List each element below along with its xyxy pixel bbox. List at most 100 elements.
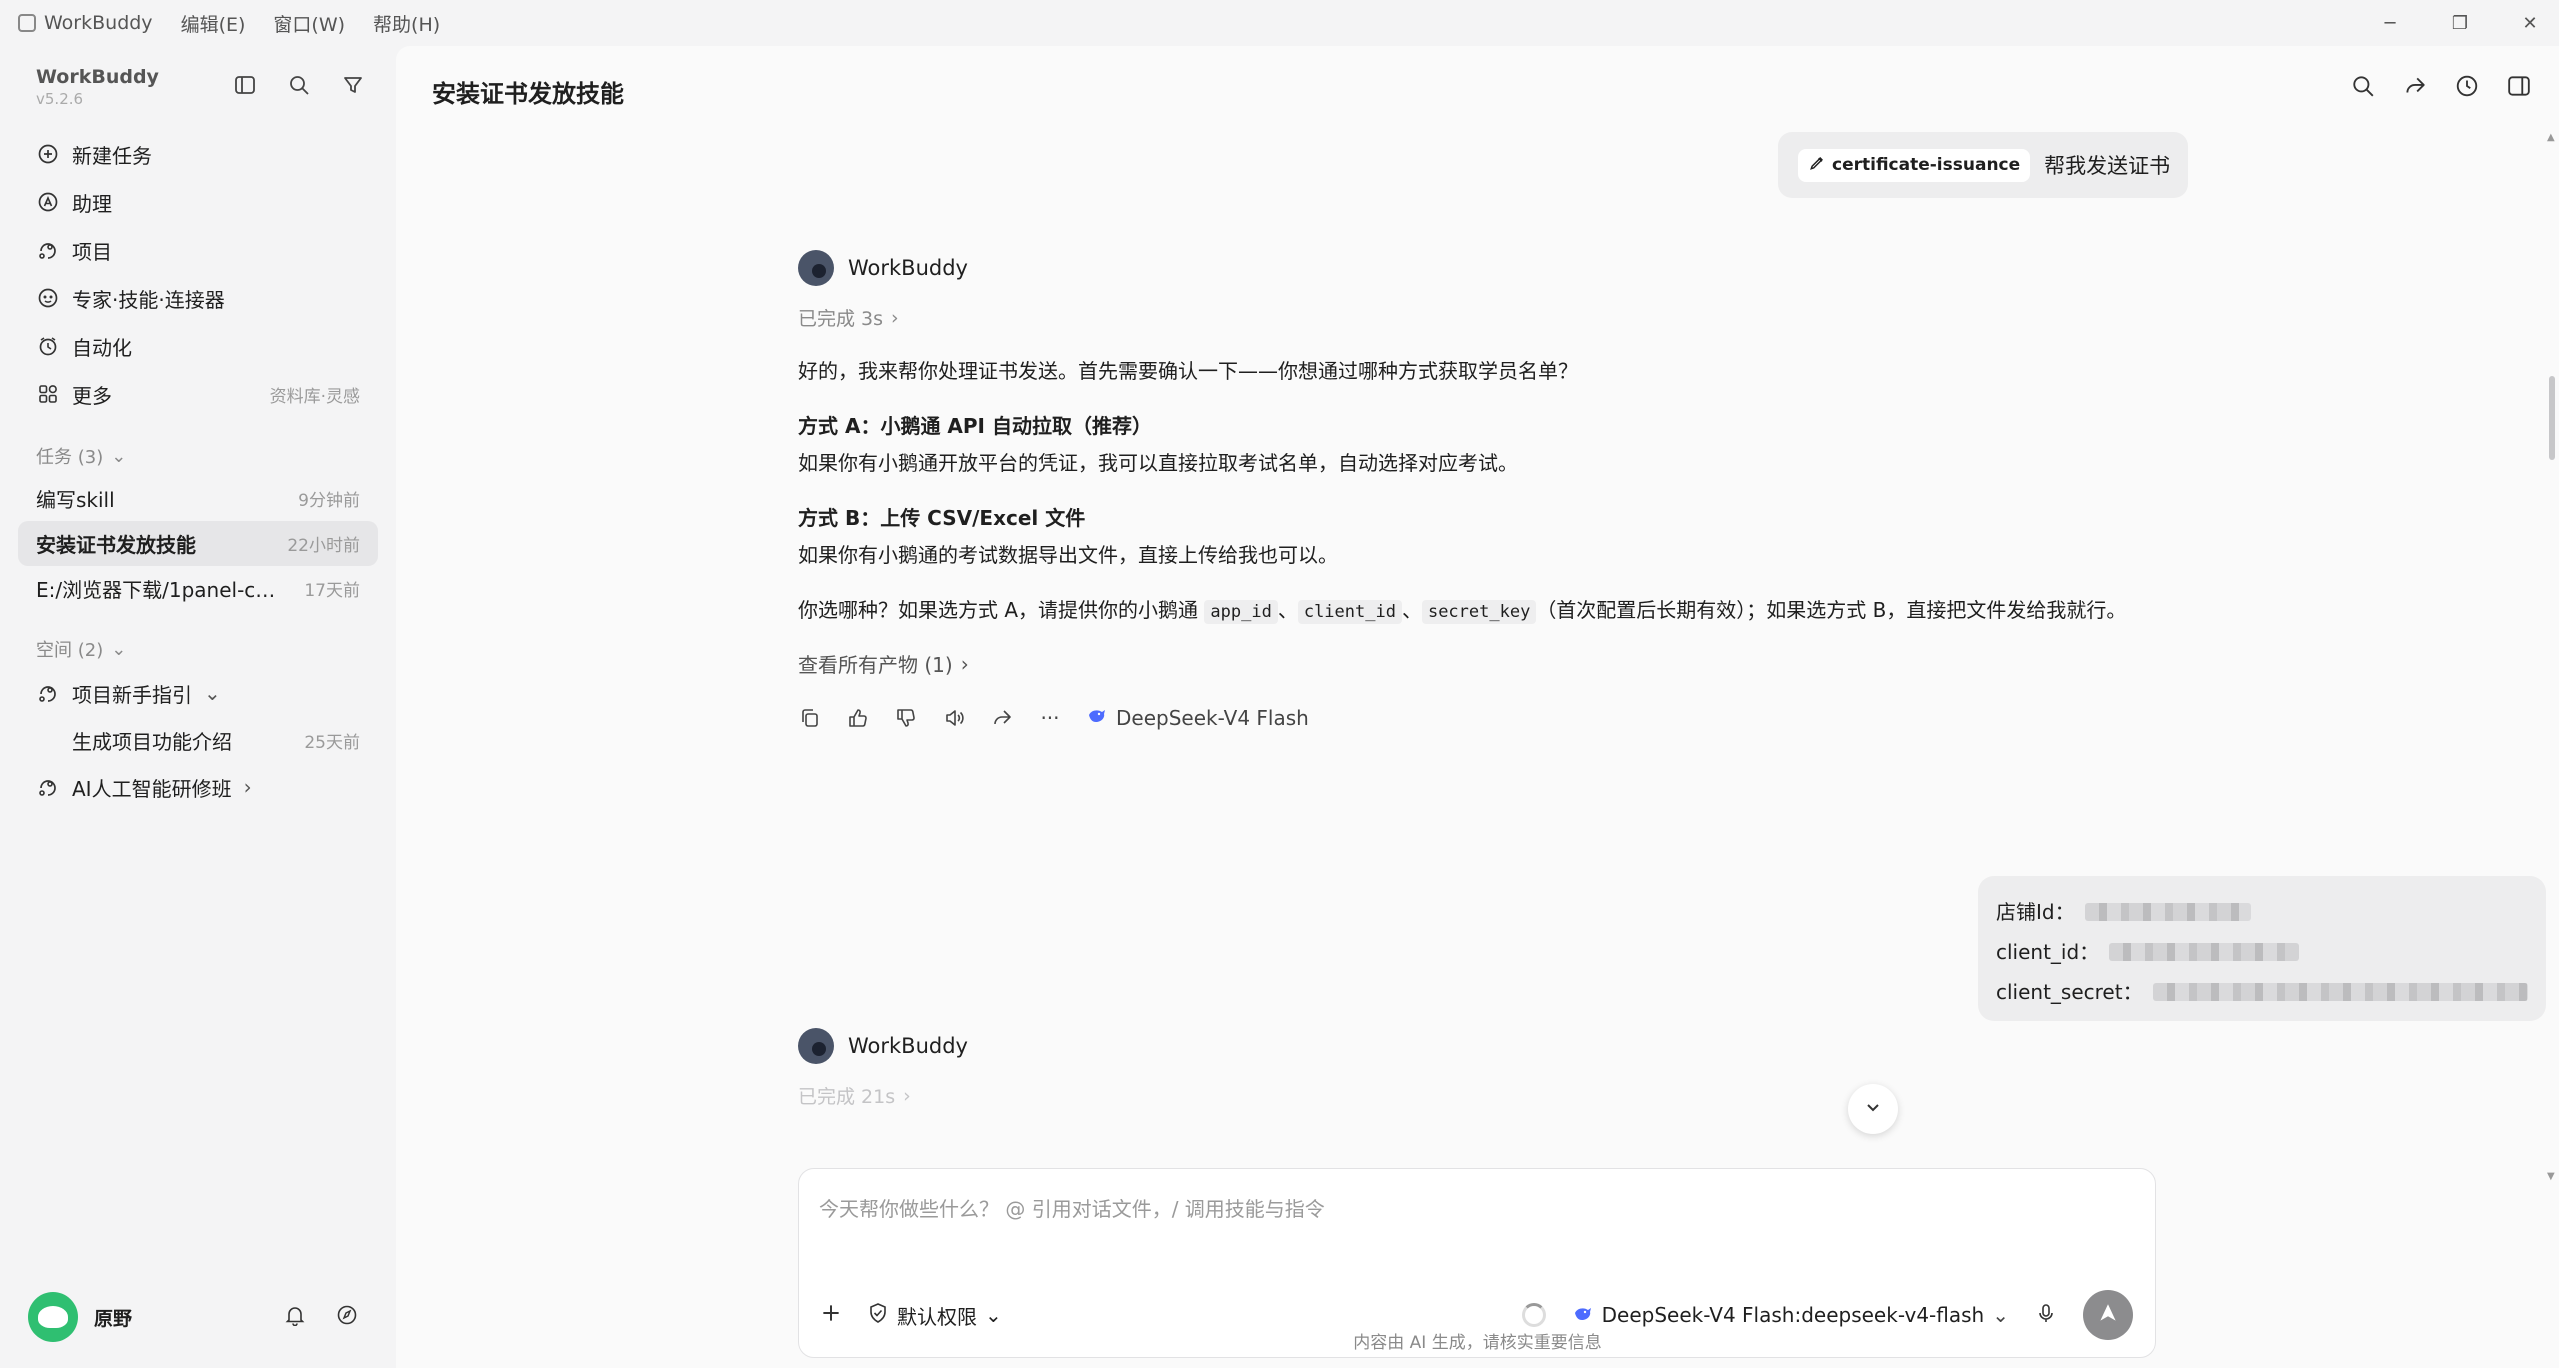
task-time: 9分钟前: [298, 491, 360, 511]
chevron-down-icon: ⌄: [111, 445, 127, 467]
sidebar-item-automation[interactable]: 自动化: [18, 322, 378, 370]
expert-icon: [36, 286, 60, 310]
task-name: E:/浏览器下载/1panel-cordys-crm-v1.4.4-...: [36, 578, 286, 602]
user-actions: [284, 1304, 358, 1330]
skill-tag[interactable]: certificate-issuance: [1798, 148, 2031, 182]
pen-icon: [1808, 154, 1826, 177]
redacted-value: [2109, 943, 2300, 961]
bot-name: WorkBuddy: [848, 256, 968, 280]
scrollbar[interactable]: ▲ ▼: [2545, 132, 2559, 1182]
completion-status[interactable]: 已完成 3s ›: [798, 304, 2148, 331]
header-tools: [2351, 74, 2531, 102]
more-icon[interactable]: ···: [1038, 706, 1062, 730]
menu-edit[interactable]: 编辑(E): [181, 10, 246, 37]
sidebar-item-new-task[interactable]: 新建任务: [18, 130, 378, 178]
thumbs-up-icon[interactable]: [846, 706, 870, 730]
scroll-down-icon[interactable]: ▼: [2547, 1171, 2555, 1182]
filter-icon[interactable]: [340, 72, 366, 98]
sidebar-item-more[interactable]: 更多 资料库·灵感: [18, 370, 378, 418]
task-item[interactable]: E:/浏览器下载/1panel-cordys-crm-v1.4.4-... 17…: [18, 566, 378, 611]
automation-icon: [36, 334, 60, 358]
thumbs-down-icon[interactable]: [894, 706, 918, 730]
permission-select[interactable]: 默认权限 ⌄: [867, 1301, 1002, 1330]
model-select[interactable]: DeepSeek-V4 Flash:deepseek-v4-flash ⌄: [1572, 1302, 2009, 1329]
task-item-active[interactable]: 安装证书发放技能 22小时前: [18, 521, 378, 566]
spaces-section-toggle[interactable]: 空间 (2) ⌄: [18, 629, 378, 669]
panel-toggle-icon[interactable]: [2507, 74, 2531, 102]
assistant-message: WorkBuddy 已完成 21s ›: [798, 1028, 2148, 1109]
chevron-right-icon: ›: [891, 306, 899, 329]
compass-icon[interactable]: [336, 1304, 358, 1330]
scroll-up-icon[interactable]: ▲: [2547, 132, 2555, 143]
task-name: 安装证书发放技能: [36, 533, 196, 557]
option-b-desc: 如果你有小鹅通的考试数据导出文件，直接上传给我也可以。: [798, 543, 1338, 567]
task-item[interactable]: 编写skill 9分钟前: [18, 476, 378, 521]
code-client-id: client_id: [1297, 600, 1402, 624]
bot-name: WorkBuddy: [848, 1034, 968, 1058]
chevron-down-icon: ⌄: [1992, 1303, 2009, 1327]
share-icon[interactable]: [2403, 74, 2427, 102]
menu-window[interactable]: 窗口(W): [273, 10, 345, 37]
scrollbar-thumb[interactable]: [2549, 376, 2555, 460]
sidebar-item-label: 项目: [72, 239, 112, 264]
avatar[interactable]: [28, 1292, 78, 1342]
sidebar-item-project[interactable]: 项目: [18, 226, 378, 274]
project-icon: [36, 238, 60, 262]
minimize-icon[interactable]: ─: [2379, 13, 2401, 34]
shield-check-icon: [867, 1302, 889, 1329]
status-text: 已完成 21s: [798, 1086, 896, 1108]
completion-status[interactable]: 已完成 21s ›: [798, 1082, 2148, 1109]
search-icon[interactable]: [2351, 74, 2375, 102]
option-b-title: 方式 B：上传 CSV/Excel 文件: [798, 506, 1086, 530]
search-icon[interactable]: [286, 72, 312, 98]
speaker-icon[interactable]: [942, 706, 966, 730]
chevron-right-icon: ›: [243, 775, 252, 799]
sidebar-item-meta: 资料库·灵感: [269, 386, 360, 407]
space-item[interactable]: AI人工智能研修班 ›: [18, 763, 378, 811]
chevron-right-icon: ›: [960, 651, 969, 676]
plus-circle-icon: [36, 142, 60, 166]
sidebar-item-experts[interactable]: 专家·技能·连接器: [18, 274, 378, 322]
history-icon[interactable]: [2455, 74, 2479, 102]
more-grid-icon: [36, 382, 60, 406]
close-icon[interactable]: ✕: [2519, 13, 2541, 34]
sidebar-nav: 新建任务 助理 项目 专家·技能·连接器 自动化 更多 资料库·灵感 任务 (3…: [18, 130, 378, 811]
toggle-sidebar-icon[interactable]: [232, 72, 258, 98]
view-artifacts-link[interactable]: 查看所有产物 (1) ›: [798, 649, 2148, 678]
message-header: WorkBuddy: [798, 250, 2148, 286]
menu-help[interactable]: 帮助(H): [373, 10, 440, 37]
whale-icon: [1086, 704, 1108, 731]
version-label: v5.2.6: [36, 90, 84, 108]
sidebar-item-assistant[interactable]: 助理: [18, 178, 378, 226]
option-a-title: 方式 A：小鹅通 API 自动拉取（推荐）: [798, 414, 1152, 438]
artifacts-label: 查看所有产物 (1): [798, 653, 953, 677]
attach-plus-icon[interactable]: [819, 1301, 843, 1329]
bell-icon[interactable]: [284, 1304, 306, 1330]
app-name: WorkBuddy: [44, 12, 153, 34]
intro-text: 好的，我来帮你处理证书发送。首先需要确认一下——你想通过哪种方式获取学员名单？: [798, 359, 1578, 383]
copy-icon[interactable]: [798, 706, 822, 730]
share-icon[interactable]: [990, 706, 1014, 730]
status-text: 已完成 3s: [798, 308, 884, 330]
composer-input[interactable]: 今天帮你做些什么？ @ 引用对话文件，/ 调用技能与指令: [819, 1193, 1325, 1222]
space-item[interactable]: 项目新手指引 ⌄: [18, 669, 378, 717]
user-profile[interactable]: 原野: [28, 1292, 378, 1342]
chevron-down-icon: [1863, 1097, 1883, 1121]
sidebar-item-label: 自动化: [72, 335, 132, 360]
space-name: AI人工智能研修班: [72, 776, 232, 801]
main-panel: 安装证书发放技能 certificate-issuance 帮我发送证书 Wor…: [396, 46, 2559, 1368]
sidebar-item-label: 助理: [72, 191, 112, 216]
task-time: 22小时前: [287, 536, 360, 556]
sidebar-item-label: 新建任务: [72, 143, 152, 168]
user-credentials-message: 店铺Id： client_id： client_secret：: [1978, 876, 2546, 1021]
tasks-section-toggle[interactable]: 任务 (3) ⌄: [18, 436, 378, 476]
task-time: 17天前: [304, 581, 360, 601]
restore-icon[interactable]: ❐: [2449, 13, 2471, 34]
project-icon: [36, 775, 60, 799]
scroll-to-bottom-button[interactable]: [1848, 1084, 1898, 1134]
option-a: 方式 A：小鹅通 API 自动拉取（推荐） 如果你有小鹅通开放平台的凭证，我可以直…: [798, 408, 2148, 482]
microphone-icon[interactable]: [2035, 1302, 2057, 1329]
space-sub-item[interactable]: 生成项目功能介绍 25天前: [18, 717, 378, 763]
brand-name: WorkBuddy: [36, 66, 159, 88]
app-title: WorkBuddy: [18, 12, 153, 34]
